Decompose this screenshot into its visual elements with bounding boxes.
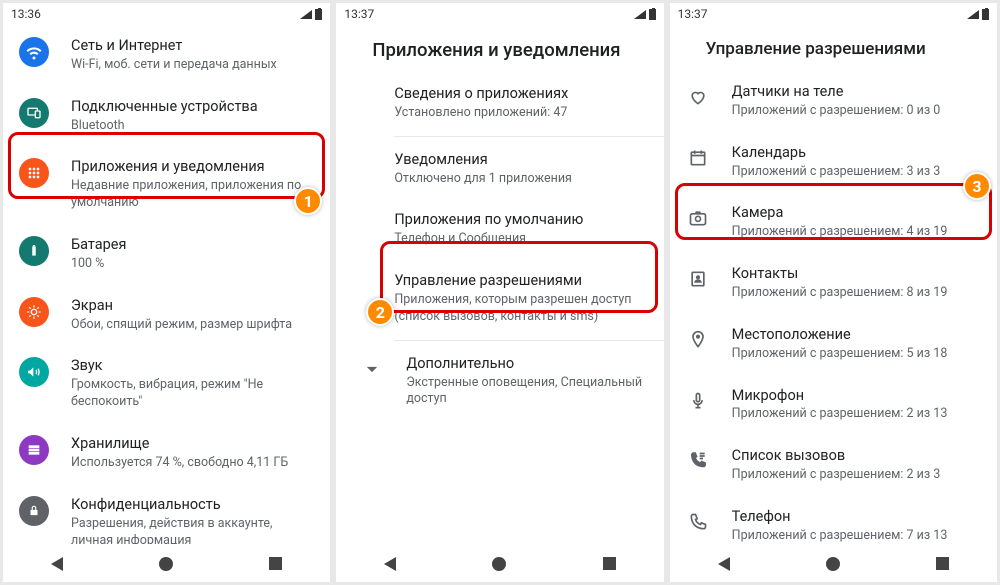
phone-icon bbox=[686, 510, 710, 534]
apps-icon bbox=[19, 158, 49, 188]
row-body-sensors[interactable]: Датчики на телеПриложений с разрешением:… bbox=[670, 71, 997, 132]
nav-back-icon[interactable] bbox=[51, 557, 63, 571]
row-notifications[interactable]: УведомленияОтключено для 1 приложения bbox=[336, 139, 663, 200]
nav-bar bbox=[3, 544, 330, 582]
location-icon bbox=[686, 328, 710, 352]
nav-recent-icon[interactable] bbox=[269, 557, 282, 570]
divider bbox=[394, 136, 663, 137]
settings-list[interactable]: Сеть и ИнтернетWi-Fi, моб. сети и переда… bbox=[3, 25, 330, 544]
battery-icon bbox=[649, 9, 656, 20]
clock: 13:37 bbox=[344, 7, 374, 21]
nav-bar bbox=[670, 544, 997, 582]
panel-2-apps: 13:37 Приложения и уведомления Сведения … bbox=[336, 3, 663, 582]
privacy-icon bbox=[19, 496, 49, 526]
row-contacts[interactable]: КонтактыПриложений с разрешением: 8 из 1… bbox=[670, 253, 997, 314]
status-bar: 13:37 bbox=[336, 3, 663, 25]
battery-icon bbox=[315, 9, 322, 20]
row-sound[interactable]: ЗвукГромкость, вибрация, режим "Не беспо… bbox=[3, 345, 330, 423]
status-icons bbox=[634, 9, 656, 20]
row-apps[interactable]: Приложения и уведомленияНедавние приложе… bbox=[3, 146, 330, 224]
status-bar: 13:36 bbox=[3, 3, 330, 25]
row-default-apps[interactable]: Приложения по умолчаниюТелефон и Сообщен… bbox=[336, 199, 663, 260]
nav-back-icon[interactable] bbox=[384, 557, 396, 571]
nav-bar bbox=[336, 544, 663, 582]
status-icons bbox=[300, 9, 322, 20]
step-badge-3: 3 bbox=[963, 172, 991, 200]
row-app-info[interactable]: Сведения о приложенияхУстановлено прилож… bbox=[336, 73, 663, 134]
mic-icon bbox=[686, 389, 710, 413]
nav-home-icon[interactable] bbox=[492, 557, 506, 571]
nav-recent-icon[interactable] bbox=[603, 557, 616, 570]
page-title: Управление разрешениями bbox=[706, 39, 961, 59]
row-privacy[interactable]: КонфиденциальностьРазрешения, действия в… bbox=[3, 484, 330, 544]
row-location[interactable]: МестоположениеПриложений с разрешением: … bbox=[670, 314, 997, 375]
battery-icon-round bbox=[19, 236, 49, 266]
signal-icon bbox=[300, 10, 312, 19]
nav-back-icon[interactable] bbox=[718, 557, 730, 571]
chevron-down-icon bbox=[360, 357, 384, 381]
calllog-icon bbox=[686, 449, 710, 473]
clock: 13:37 bbox=[678, 7, 708, 21]
row-camera[interactable]: КамераПриложений с разрешением: 4 из 19 bbox=[670, 192, 997, 253]
nav-home-icon[interactable] bbox=[159, 557, 173, 571]
row-storage[interactable]: ХранилищеИспользуется 74 %, свободно 4,1… bbox=[3, 423, 330, 484]
row-advanced[interactable]: ДополнительноЭкстренные оповещения, Спец… bbox=[336, 343, 663, 421]
divider bbox=[394, 340, 663, 341]
page-title: Приложения и уведомления bbox=[372, 39, 627, 61]
row-call-log[interactable]: Список вызововПриложений с разрешением: … bbox=[670, 435, 997, 496]
apps-list[interactable]: Сведения о приложенияхУстановлено прилож… bbox=[336, 73, 663, 544]
panel-1-settings: 13:36 Сеть и ИнтернетWi-Fi, моб. сети и … bbox=[3, 3, 330, 582]
signal-icon bbox=[634, 10, 646, 19]
row-calendar[interactable]: КалендарьПриложений с разрешением: 3 из … bbox=[670, 132, 997, 193]
battery-icon bbox=[982, 9, 989, 20]
page-header: Приложения и уведомления bbox=[336, 25, 663, 73]
calendar-icon bbox=[686, 146, 710, 170]
row-battery[interactable]: Батарея100 % bbox=[3, 224, 330, 285]
nav-recent-icon[interactable] bbox=[936, 557, 949, 570]
row-phone[interactable]: ТелефонПриложений с разрешением: 7 из 13 bbox=[670, 496, 997, 544]
camera-icon bbox=[686, 206, 710, 230]
devices-icon bbox=[19, 98, 49, 128]
panel-3-permissions: 13:37 Управление разрешениями Датчики на… bbox=[670, 3, 997, 582]
status-icons bbox=[967, 9, 989, 20]
permissions-list[interactable]: Датчики на телеПриложений с разрешением:… bbox=[670, 71, 997, 544]
page-header: Управление разрешениями bbox=[670, 25, 997, 71]
row-connected[interactable]: Подключенные устройстваBluetooth bbox=[3, 86, 330, 147]
nav-home-icon[interactable] bbox=[826, 557, 840, 571]
status-bar: 13:37 bbox=[670, 3, 997, 25]
storage-icon bbox=[19, 435, 49, 465]
display-icon bbox=[19, 297, 49, 327]
heart-icon bbox=[686, 85, 710, 109]
contacts-icon bbox=[686, 267, 710, 291]
row-display[interactable]: ЭкранОбои, спящий режим, размер шрифта bbox=[3, 285, 330, 346]
sound-icon bbox=[19, 357, 49, 387]
clock: 13:36 bbox=[11, 7, 41, 21]
signal-icon bbox=[967, 10, 979, 19]
row-microphone[interactable]: МикрофонПриложений с разрешением: 2 из 1… bbox=[670, 375, 997, 436]
row-network[interactable]: Сеть и ИнтернетWi-Fi, моб. сети и переда… bbox=[3, 25, 330, 86]
wifi-icon bbox=[19, 37, 49, 67]
